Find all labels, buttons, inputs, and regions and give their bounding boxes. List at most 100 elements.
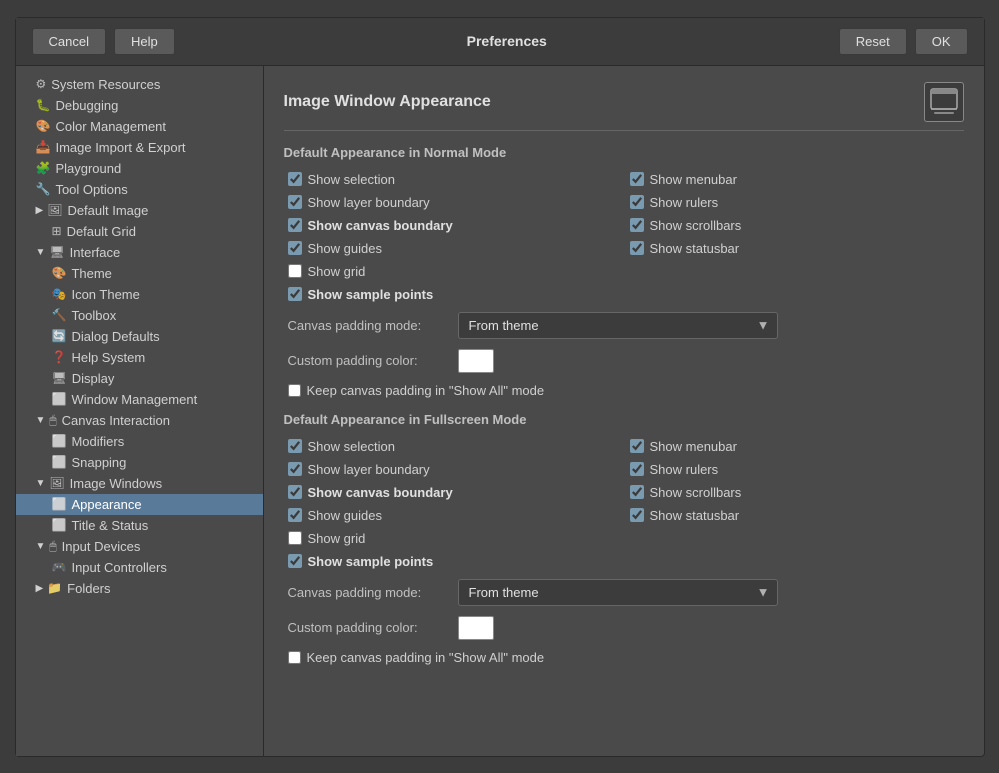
window-appearance-icon — [930, 88, 958, 116]
modifiers-icon: ⬜ — [52, 434, 67, 448]
sidebar-item-theme[interactable]: 🎨 Theme — [16, 263, 263, 284]
show-scrollbars-fs-checkbox[interactable] — [630, 485, 644, 499]
show-rulers-fs-checkbox[interactable] — [630, 462, 644, 476]
system-resources-icon: ⚙ — [36, 77, 47, 91]
sidebar-item-image-import-export[interactable]: 📥 Image Import & Export — [16, 137, 263, 158]
sidebar-item-canvas-interaction[interactable]: ▼ 🖱 Canvas Interaction — [16, 410, 263, 431]
show-grid-normal-label: Show grid — [308, 264, 366, 279]
normal-keep-padding-checkbox[interactable] — [288, 384, 301, 397]
sidebar: ⚙ System Resources 🐛 Debugging 🎨 Color M… — [16, 66, 264, 756]
sidebar-item-appearance[interactable]: ⬜ Appearance — [16, 494, 263, 515]
show-grid-fs-label: Show grid — [308, 531, 366, 546]
show-layer-boundary-fs-checkbox[interactable] — [288, 462, 302, 476]
show-guides-fs-label: Show guides — [308, 508, 382, 523]
sidebar-item-tool-options[interactable]: 🔧 Tool Options — [16, 179, 263, 200]
show-guides-fs-checkbox[interactable] — [288, 508, 302, 522]
sidebar-item-default-grid[interactable]: ⊞ Default Grid — [16, 221, 263, 242]
show-selection-normal-label: Show selection — [308, 172, 395, 187]
default-image-expand-icon: ▶ — [36, 205, 44, 216]
fs-keep-padding-checkbox[interactable] — [288, 651, 301, 664]
show-grid-normal-checkbox[interactable] — [288, 264, 302, 278]
show-guides-normal-label: Show guides — [308, 241, 382, 256]
show-sample-points-fs-checkbox[interactable] — [288, 554, 302, 568]
sidebar-item-playground[interactable]: 🧩 Playground — [16, 158, 263, 179]
playground-icon: 🧩 — [36, 161, 51, 175]
reset-button[interactable]: Reset — [839, 28, 907, 55]
fs-keep-padding-label: Keep canvas padding in "Show All" mode — [307, 650, 545, 665]
show-statusbar-normal-label: Show statusbar — [650, 241, 740, 256]
fs-padding-color-swatch[interactable] — [458, 616, 494, 640]
sidebar-item-default-image[interactable]: ▶ 🖼 Default Image — [16, 200, 263, 221]
fs-padding-mode-select-wrapper: From theme Light check Dark check Custom… — [458, 579, 778, 606]
show-canvas-boundary-normal-label: Show canvas boundary — [308, 218, 453, 233]
sidebar-item-input-controllers[interactable]: 🎮 Input Controllers — [16, 557, 263, 578]
sidebar-item-snapping[interactable]: ⬜ Snapping — [16, 452, 263, 473]
show-selection-normal-checkbox[interactable] — [288, 172, 302, 186]
sidebar-item-icon-theme[interactable]: 🎭 Icon Theme — [16, 284, 263, 305]
main-content: ⚙ System Resources 🐛 Debugging 🎨 Color M… — [16, 66, 984, 756]
sidebar-item-display[interactable]: 🖥 Display — [16, 368, 263, 389]
show-rulers-normal-row: Show rulers — [630, 193, 964, 212]
show-selection-fs-checkbox[interactable] — [288, 439, 302, 453]
preferences-dialog: Cancel Help Preferences Reset OK ⚙ Syste… — [15, 17, 985, 757]
sidebar-item-system-resources[interactable]: ⚙ System Resources — [16, 74, 263, 95]
show-guides-fs-row: Show guides — [288, 506, 622, 525]
show-scrollbars-normal-checkbox[interactable] — [630, 218, 644, 232]
sidebar-item-window-management[interactable]: ⬜ Window Management — [16, 389, 263, 410]
image-windows-expand-icon: ▼ — [36, 478, 46, 489]
default-image-icon: 🖼 — [47, 203, 62, 217]
show-menubar-normal-label: Show menubar — [650, 172, 737, 187]
sidebar-item-color-management[interactable]: 🎨 Color Management — [16, 116, 263, 137]
normal-padding-color-swatch[interactable] — [458, 349, 494, 373]
fs-padding-mode-select[interactable]: From theme Light check Dark check Custom… — [458, 579, 778, 606]
input-controllers-icon: 🎮 — [52, 560, 67, 574]
sidebar-item-input-devices[interactable]: ▼ 🖱 Input Devices — [16, 536, 263, 557]
show-canvas-boundary-normal-checkbox[interactable] — [288, 218, 302, 232]
show-guides-normal-checkbox[interactable] — [288, 241, 302, 255]
show-sample-points-normal-checkbox[interactable] — [288, 287, 302, 301]
show-menubar-fs-checkbox[interactable] — [630, 439, 644, 453]
display-icon: 🖥 — [52, 371, 67, 385]
show-menubar-normal-checkbox[interactable] — [630, 172, 644, 186]
fs-padding-color-row: Custom padding color: — [288, 616, 964, 640]
show-statusbar-fs-checkbox[interactable] — [630, 508, 644, 522]
show-statusbar-normal-checkbox[interactable] — [630, 241, 644, 255]
ok-button[interactable]: OK — [915, 28, 968, 55]
show-menubar-fs-label: Show menubar — [650, 439, 737, 454]
image-import-export-icon: 📥 — [36, 140, 51, 154]
show-layer-boundary-fs-row: Show layer boundary — [288, 460, 622, 479]
image-windows-icon: 🖼 — [49, 476, 64, 490]
show-rulers-normal-checkbox[interactable] — [630, 195, 644, 209]
show-layer-boundary-fs-label: Show layer boundary — [308, 462, 430, 477]
sidebar-item-toolbox[interactable]: 🔨 Toolbox — [16, 305, 263, 326]
sidebar-item-folders[interactable]: ▶ 📁 Folders — [16, 578, 263, 599]
sidebar-item-title-status[interactable]: ⬜ Title & Status — [16, 515, 263, 536]
show-rulers-fs-label: Show rulers — [650, 462, 719, 477]
show-layer-boundary-normal-checkbox[interactable] — [288, 195, 302, 209]
interface-icon: 🖥 — [49, 245, 64, 259]
sidebar-item-interface[interactable]: ▼ 🖥 Interface — [16, 242, 263, 263]
fs-padding-mode-label: Canvas padding mode: — [288, 585, 448, 600]
normal-padding-mode-select[interactable]: From theme Light check Dark check Custom… — [458, 312, 778, 339]
sidebar-item-dialog-defaults[interactable]: 🔄 Dialog Defaults — [16, 326, 263, 347]
normal-padding-mode-label: Canvas padding mode: — [288, 318, 448, 333]
help-button[interactable]: Help — [114, 28, 175, 55]
show-sample-points-fs-label: Show sample points — [308, 554, 434, 569]
show-statusbar-normal-row: Show statusbar — [630, 239, 964, 258]
show-grid-fs-row: Show grid — [288, 529, 622, 548]
cancel-button[interactable]: Cancel — [32, 28, 106, 55]
sidebar-item-modifiers[interactable]: ⬜ Modifiers — [16, 431, 263, 452]
show-guides-normal-row: Show guides — [288, 239, 622, 258]
debugging-icon: 🐛 — [36, 98, 51, 112]
snapping-icon: ⬜ — [52, 455, 67, 469]
show-sample-points-normal-row: Show sample points — [288, 285, 622, 304]
folders-expand-icon: ▶ — [36, 583, 44, 594]
folders-icon: 📁 — [47, 581, 62, 595]
sidebar-item-help-system[interactable]: ❓ Help System — [16, 347, 263, 368]
appearance-icon: ⬜ — [52, 497, 67, 511]
show-grid-fs-checkbox[interactable] — [288, 531, 302, 545]
sidebar-item-debugging[interactable]: 🐛 Debugging — [16, 95, 263, 116]
show-canvas-boundary-fs-checkbox[interactable] — [288, 485, 302, 499]
sidebar-item-image-windows[interactable]: ▼ 🖼 Image Windows — [16, 473, 263, 494]
normal-padding-mode-select-wrapper: From theme Light check Dark check Custom… — [458, 312, 778, 339]
